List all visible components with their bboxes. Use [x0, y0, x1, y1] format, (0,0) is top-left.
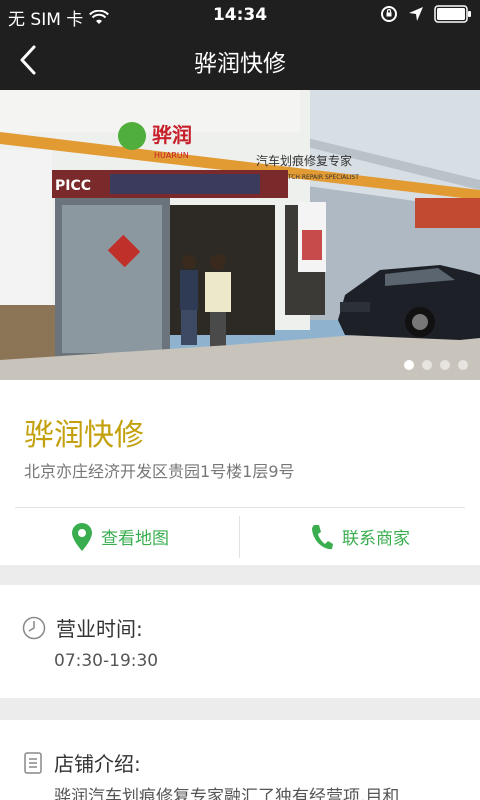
view-map-label: 查看地图 — [101, 529, 169, 549]
location-icon — [409, 7, 423, 21]
shop-intro-card: 店铺介绍: 骅润汽车划痕修复专家融汇了独有经营项,目和 — [0, 720, 480, 800]
battery-icon — [434, 5, 471, 23]
hours-value: 07:30-19:30 — [54, 651, 159, 671]
clock-icon — [22, 616, 46, 639]
storefront-photo: 骅润 HUARUN 汽车划痕修复专家 CAR SCRATCH REPAIR SP… — [0, 90, 480, 380]
nav-bar: 骅润快修 — [0, 30, 480, 90]
shop-info-card: 骅润快修 北京亦庄经济开发区贵园1号楼1层9号 查看地图 联系商家 — [0, 380, 480, 565]
view-map-button[interactable]: 查看地图 — [0, 508, 240, 565]
intro-text: 骅润汽车划痕修复专家融汇了独有经营项,目和 — [54, 787, 400, 800]
logo-text: 骅润 — [152, 123, 192, 147]
shop-address: 北京亦庄经济开发区贵园1号楼1层9号 — [24, 462, 295, 481]
hours-label: 营业时间: — [56, 617, 143, 641]
intro-label: 店铺介绍: — [54, 752, 141, 776]
sign-cn: 汽车划痕修复专家 — [256, 153, 352, 168]
business-hours-card: 营业时间: 07:30-19:30 — [0, 585, 480, 698]
image-carousel[interactable]: 骅润 HUARUN 汽车划痕修复专家 CAR SCRATCH REPAIR SP… — [0, 90, 480, 380]
carousel-dot-2[interactable] — [422, 360, 432, 370]
contact-merchant-label: 联系商家 — [342, 529, 410, 549]
document-icon — [24, 751, 42, 774]
shop-name: 骅润快修 — [24, 418, 144, 453]
contact-merchant-button[interactable]: 联系商家 — [240, 508, 480, 565]
carousel-dot-3[interactable] — [440, 360, 450, 370]
carousel-dot-4[interactable] — [458, 360, 468, 370]
picc-label: PICC — [55, 178, 91, 194]
carousel-dots — [404, 360, 468, 370]
logo-sub: HUARUN — [154, 151, 189, 160]
phone-icon — [312, 524, 333, 549]
carousel-dot-1[interactable] — [404, 360, 414, 370]
page-title: 骅润快修 — [194, 51, 286, 77]
rotation-lock-icon — [381, 6, 397, 22]
status-bar: 无 SIM 卡 14:34 — [0, 0, 480, 30]
map-pin-icon — [72, 522, 92, 551]
